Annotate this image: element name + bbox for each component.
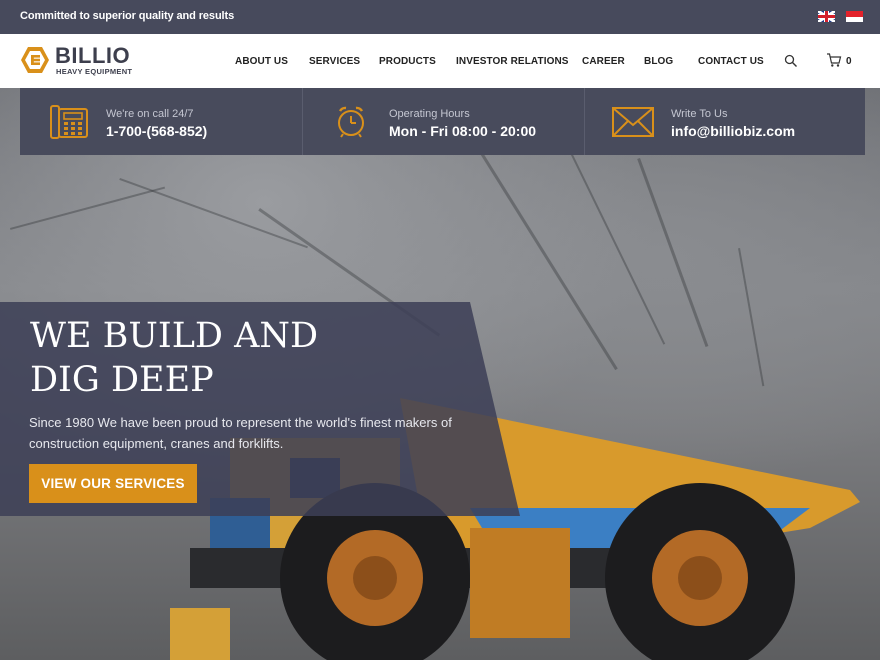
nav-contact-us[interactable]: CONTACT US: [698, 56, 764, 67]
nav-investor-relations[interactable]: INVESTOR RELATIONS: [456, 56, 569, 67]
nav-products[interactable]: PRODUCTS: [379, 56, 436, 67]
brand-name: BILLIO: [55, 43, 131, 68]
info-phone: We're on call 24/7 1-700-(568-852): [20, 88, 302, 155]
top-bar: Committed to superior quality and result…: [0, 0, 880, 34]
info-phone-label: We're on call 24/7: [106, 108, 194, 120]
info-phone-value[interactable]: 1-700-(568-852): [106, 123, 207, 139]
info-email-label: Write To Us: [671, 108, 728, 120]
hero-title-line-2: DIG DEEP: [30, 360, 214, 400]
hexagon-logo-icon: [21, 47, 49, 73]
uk-flag-icon[interactable]: [818, 11, 835, 22]
hero-subtitle: Since 1980 We have been proud to represe…: [29, 415, 452, 451]
nav-about-us[interactable]: ABOUT US: [235, 56, 288, 67]
nav-services[interactable]: SERVICES: [309, 56, 360, 67]
envelope-icon: [612, 107, 654, 137]
cart-icon[interactable]: [826, 52, 842, 68]
view-services-button[interactable]: VIEW OUR SERVICES: [29, 464, 197, 503]
nav-career[interactable]: CAREER: [582, 56, 625, 67]
brand-logo[interactable]: BILLIO HEAVY EQUIPMENT: [20, 44, 140, 78]
hero-title: WE BUILD AND DIG DEEP: [30, 314, 430, 402]
alarm-clock-icon: [338, 106, 364, 138]
info-hours: Operating Hours Mon - Fri 08:00 - 20:00: [302, 88, 584, 155]
search-icon[interactable]: [784, 54, 798, 68]
nav-blog[interactable]: BLOG: [644, 56, 673, 67]
site-header: BILLIO HEAVY EQUIPMENT ABOUT US SERVICES…: [0, 34, 880, 88]
tagline: Committed to superior quality and result…: [20, 10, 235, 22]
info-email: Write To Us info@billiobiz.com: [584, 88, 866, 155]
phone-icon: [50, 105, 88, 139]
brand-subtitle: HEAVY EQUIPMENT: [56, 67, 133, 76]
info-hours-label: Operating Hours: [389, 108, 470, 120]
hero-title-line-1: WE BUILD AND: [30, 316, 319, 356]
info-hours-value: Mon - Fri 08:00 - 20:00: [389, 123, 537, 139]
info-email-value[interactable]: info@billiobiz.com: [671, 123, 795, 139]
id-flag-icon[interactable]: [846, 11, 863, 22]
cart-count: 0: [846, 56, 852, 67]
contact-info-bar: We're on call 24/7 1-700-(568-852) Opera…: [20, 88, 865, 155]
